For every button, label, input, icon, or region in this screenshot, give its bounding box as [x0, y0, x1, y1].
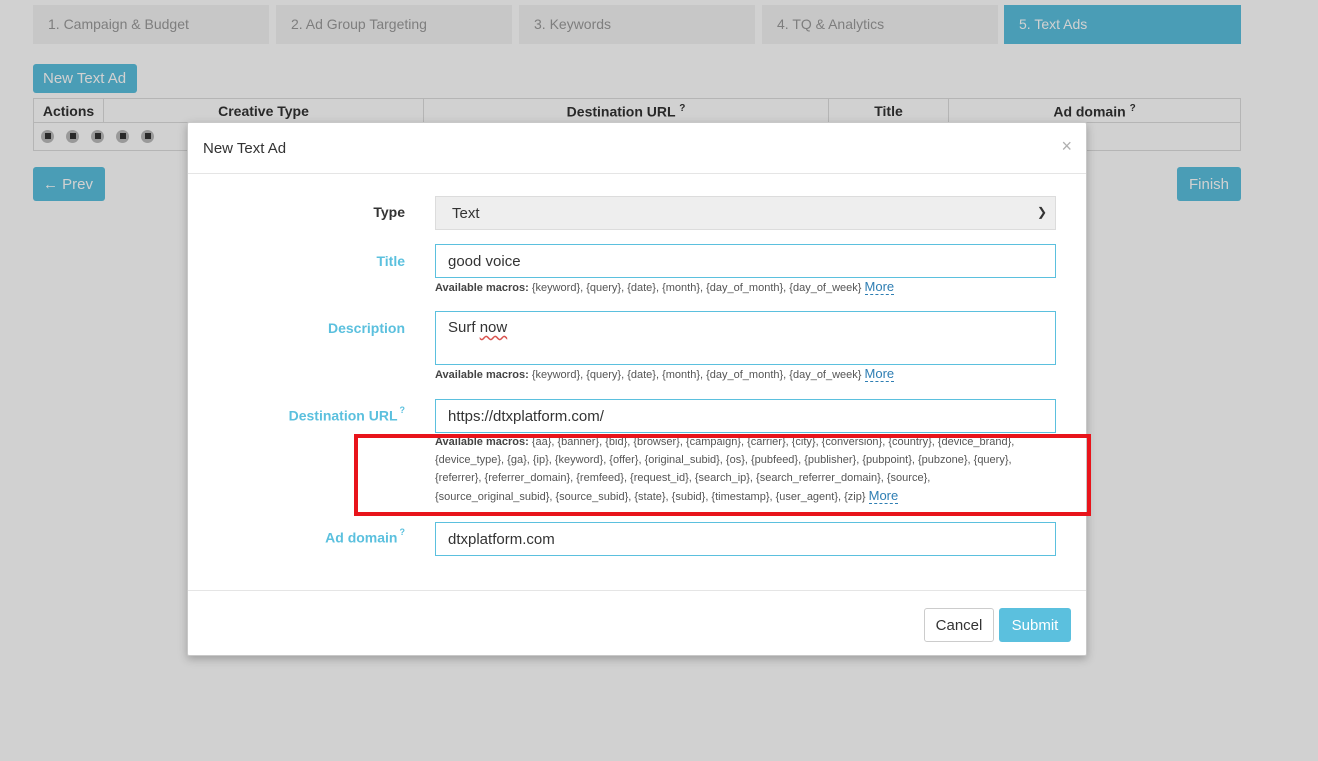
type-select[interactable]: Text ❯ — [435, 196, 1056, 230]
close-icon[interactable]: × — [1061, 136, 1072, 157]
macros-label: Available macros: — [435, 436, 529, 448]
help-icon[interactable]: ? — [400, 405, 406, 415]
destination-url-macros: Available macros: {aa}, {banner}, {bid},… — [435, 433, 1056, 506]
macros-line: {source_original_subid}, {source_subid},… — [435, 487, 1056, 506]
macros-list: {keyword}, {query}, {date}, {month}, {da… — [531, 369, 862, 381]
description-macros-more-link[interactable]: More — [864, 366, 895, 382]
macros-list: {source_original_subid}, {source_subid},… — [435, 491, 866, 503]
description-label: Description — [327, 320, 405, 336]
destination-url-macros-more-link[interactable]: More — [868, 488, 899, 504]
macros-line: Available macros: {aa}, {banner}, {bid},… — [435, 433, 1056, 451]
cancel-button[interactable]: Cancel — [924, 608, 994, 642]
destination-url-label: Destination URL? — [288, 405, 406, 424]
destination-url-label-text: Destination URL — [288, 407, 398, 424]
new-text-ad-dialog: New Text Ad × Type Text ❯ Title Availabl… — [187, 122, 1091, 657]
title-input[interactable] — [435, 244, 1056, 278]
macros-line: {device_type}, {ga}, {ip}, {keyword}, {o… — [435, 454, 1012, 466]
modal-footer: Cancel Submit — [188, 590, 1086, 657]
title-label: Title — [376, 253, 405, 269]
ad-domain-input[interactable] — [435, 522, 1056, 556]
macros-list: {aa}, {banner}, {bid}, {browser}, {campa… — [531, 436, 1015, 448]
submit-button[interactable]: Submit — [999, 608, 1071, 642]
macros-list: {keyword}, {query}, {date}, {month}, {da… — [531, 282, 862, 294]
modal-title: New Text Ad — [203, 140, 287, 157]
type-label: Type — [373, 204, 405, 220]
title-macros-more-link[interactable]: More — [864, 279, 895, 295]
chevron-down-icon: ❯ — [1036, 205, 1047, 219]
description-text: Surf — [448, 319, 480, 336]
type-selected-value: Text — [452, 205, 480, 222]
ad-domain-label: Ad domain? — [325, 527, 406, 546]
title-macros: Available macros: {keyword}, {query}, {d… — [435, 278, 1056, 297]
destination-url-input[interactable] — [435, 399, 1056, 433]
description-textarea[interactable]: Surf now — [435, 311, 1056, 365]
help-icon[interactable]: ? — [400, 527, 406, 537]
macros-line: {referrer}, {referrer_domain}, {remfeed}… — [435, 472, 931, 484]
macros-label: Available macros: — [435, 282, 529, 294]
ad-domain-label-text: Ad domain — [325, 529, 398, 546]
modal-header: New Text Ad × — [188, 123, 1086, 174]
description-misspelled-word: now — [479, 319, 508, 336]
description-macros: Available macros: {keyword}, {query}, {d… — [435, 365, 1056, 384]
macros-label: Available macros: — [435, 369, 529, 381]
